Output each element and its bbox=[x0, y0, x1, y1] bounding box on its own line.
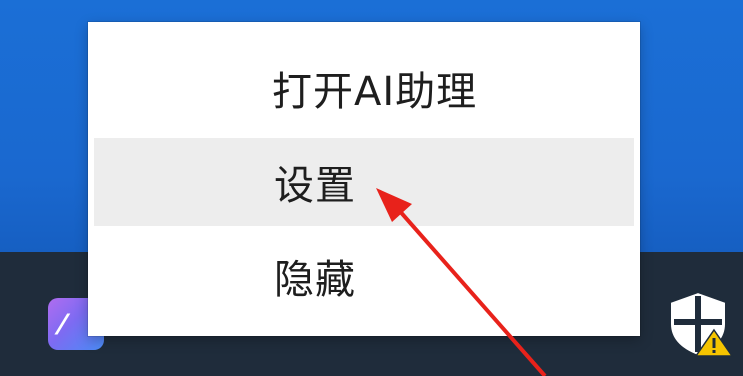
menu-item-label: 打开AI助理 bbox=[272, 69, 478, 115]
menu-item-settings[interactable]: 设置 bbox=[94, 138, 634, 226]
security-warning-shield-icon[interactable] bbox=[664, 290, 736, 358]
menu-item-label: 隐藏 bbox=[274, 257, 356, 303]
menu-item-label: 设置 bbox=[274, 163, 356, 209]
ai-assistant-logo-icon: ⁄ bbox=[60, 308, 65, 341]
tray-context-menu: 打开AI助理 设置 隐藏 bbox=[88, 22, 640, 336]
menu-item-hide[interactable]: 隐藏 bbox=[94, 232, 634, 320]
menu-item-open-ai-assistant[interactable]: 打开AI助理 bbox=[94, 44, 634, 132]
